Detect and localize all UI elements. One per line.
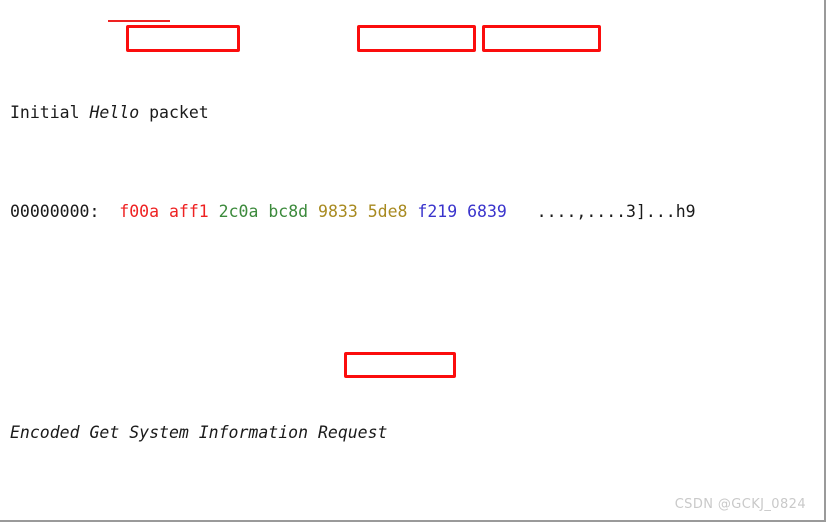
hex-group-3: bc8d xyxy=(268,201,309,221)
csdn-watermark: CSDN @GCKJ_0824 xyxy=(674,497,806,512)
hex-ascii: ....,....3]...h9 xyxy=(536,201,696,221)
hexdump-page: Initial Hello packet 00000000: f00a aff1… xyxy=(0,0,826,522)
hex-row-hello-0: 00000000: f00a aff1 2c0a bc8d 9833 5de8 … xyxy=(10,200,696,225)
hex-group-2: 2c0a xyxy=(218,201,259,221)
hex-group-6: f219 xyxy=(417,201,458,221)
hex-group-0: f00a xyxy=(119,201,160,221)
hexdump-content: Initial Hello packet 00000000: f00a aff1… xyxy=(10,3,696,520)
hex-group-4: 9833 xyxy=(318,201,358,221)
hex-offset: 00000000: xyxy=(10,201,100,221)
hex-indent xyxy=(99,202,109,221)
title-prefix: Initial xyxy=(10,103,90,123)
hello-underline xyxy=(108,20,170,22)
hex-group-1: aff1 xyxy=(168,201,209,221)
hex-pad xyxy=(109,202,119,221)
title-suffix: packet xyxy=(139,103,209,123)
hex-group-7: 6839 xyxy=(467,201,507,221)
hex-group-5: 5de8 xyxy=(367,201,408,221)
section-title-encoded-request: Encoded Get System Information Request xyxy=(10,423,388,443)
section-title-initial-hello: Initial Hello packet xyxy=(10,101,696,126)
title-italic-word: Hello xyxy=(89,103,140,123)
